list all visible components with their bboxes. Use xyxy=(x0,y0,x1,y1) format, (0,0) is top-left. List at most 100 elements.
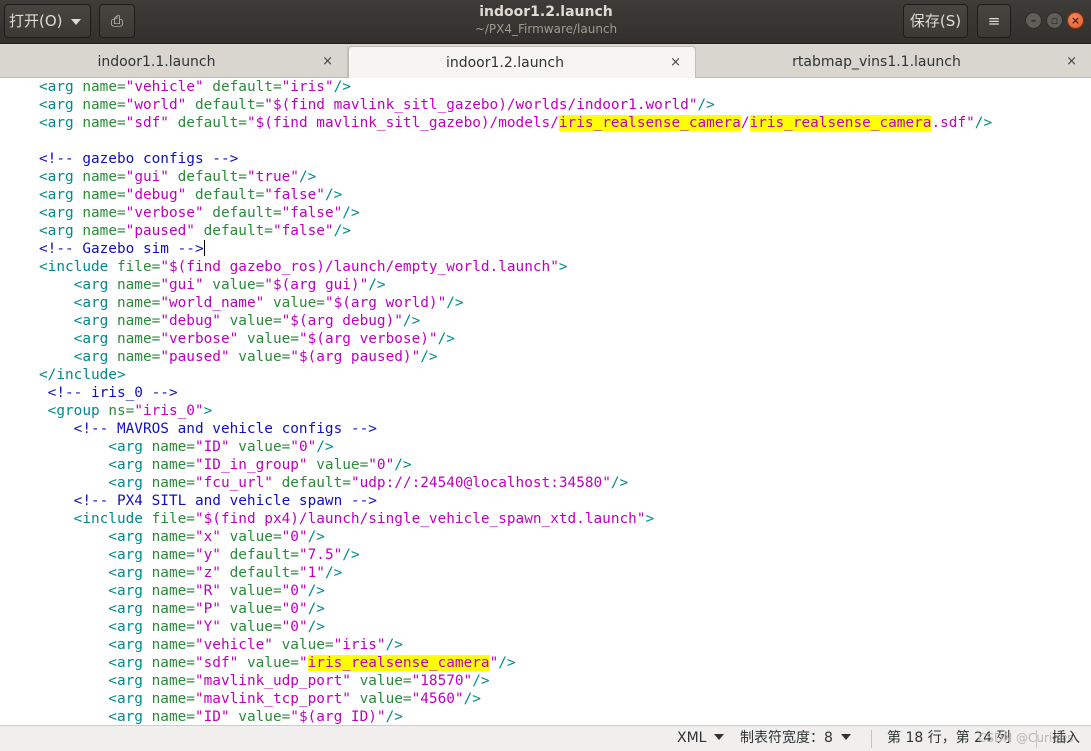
code-line[interactable]: <!-- PX4 SITL and vehicle spawn --> xyxy=(39,492,377,510)
code-value: "$(arg gui)" xyxy=(264,277,369,293)
code-line[interactable]: <arg name="fcu_url" default="udp://:2454… xyxy=(39,474,628,492)
code-value: " xyxy=(489,655,499,671)
code-tag: /> xyxy=(402,313,421,329)
maximize-button[interactable]: ▫ xyxy=(1046,12,1063,29)
code-attribute: name= xyxy=(151,673,195,689)
code-value: "world" xyxy=(125,97,187,113)
code-line[interactable]: <arg name="mavlink_udp_port" value="1857… xyxy=(39,672,490,690)
code-tag: <arg xyxy=(39,205,83,221)
code-line[interactable]: <include file="$(find px4)/launch/single… xyxy=(39,510,655,528)
code-tag: /> xyxy=(316,439,334,455)
code-line[interactable]: <arg name="gui" value="$(arg gui)"/> xyxy=(39,276,386,294)
code-line[interactable]: <arg name="vehicle" default="iris"/> xyxy=(39,78,351,96)
tab-indoor1-1[interactable]: indoor1.1.launch × xyxy=(0,46,348,78)
code-tag: /> xyxy=(498,655,516,671)
code-attribute: value= xyxy=(307,457,369,473)
code-line[interactable]: <arg name="R" value="0"/> xyxy=(39,582,325,600)
new-document-button[interactable]: ⎙ xyxy=(99,4,135,38)
code-line[interactable]: <arg name="mavlink_tcp_port" value="4560… xyxy=(39,690,481,708)
code-value: "$(arg paused)" xyxy=(290,349,421,365)
code-attribute: name= xyxy=(116,313,161,329)
code-tag: <arg xyxy=(39,619,152,635)
code-comment: <!-- Gazebo sim --> xyxy=(39,241,204,257)
code-line[interactable]: <arg name="debug" value="$(arg debug)"/> xyxy=(39,312,421,330)
tab-close-icon[interactable]: × xyxy=(1066,46,1077,78)
code-value: "x" xyxy=(194,529,221,545)
code-line[interactable]: <arg name="ID" value="$(arg ID)"/> xyxy=(39,708,403,725)
code-attribute: default= xyxy=(168,169,247,185)
code-line[interactable]: <arg name="y" default="7.5"/> xyxy=(39,546,359,564)
tab-close-icon[interactable]: × xyxy=(670,47,681,79)
code-editor[interactable]: <arg name="vehicle" default="iris"/> <arg… xyxy=(0,78,1091,725)
tab-width-selector[interactable]: 制表符宽度：8 xyxy=(740,726,851,751)
code-value: "world_name" xyxy=(160,295,265,311)
code-line[interactable]: <arg name="sdf" default="$(find mavlink_… xyxy=(39,114,992,132)
code-tag: <arg xyxy=(39,115,83,131)
code-attribute: value= xyxy=(238,655,299,671)
code-tag: <arg xyxy=(39,313,117,329)
save-button[interactable]: 保存(S) xyxy=(903,4,968,38)
tab-indoor1-2[interactable]: indoor1.2.launch × xyxy=(348,46,696,78)
code-tag: /> xyxy=(298,169,317,185)
code-attribute: file= xyxy=(151,511,195,527)
code-attribute: default= xyxy=(220,547,299,563)
code-line[interactable]: <arg name="sdf" value="iris_realsense_ca… xyxy=(39,654,516,672)
code-value: .sdf" xyxy=(931,115,975,131)
code-line[interactable]: <arg name="ID" value="0"/> xyxy=(39,438,334,456)
code-tag: <arg xyxy=(39,295,117,311)
code-line[interactable]: <arg name="P" value="0"/> xyxy=(39,600,325,618)
code-line[interactable]: <arg name="world" default="$(find mavlin… xyxy=(39,96,715,114)
tab-close-icon[interactable]: × xyxy=(322,46,333,78)
code-value: "$(arg world)" xyxy=(324,295,447,311)
code-tag: /> xyxy=(420,349,438,365)
code-value: " xyxy=(298,655,308,671)
code-line[interactable]: <!-- iris_0 --> xyxy=(39,384,178,402)
code-line[interactable]: <!-- gazebo configs --> xyxy=(39,150,238,168)
insert-mode-indicator[interactable]: 插入 xyxy=(1052,726,1080,751)
code-attribute: value= xyxy=(238,331,299,347)
code-line[interactable]: <arg name="debug" default="false"/> xyxy=(39,186,342,204)
tab-label: indoor1.2.launch xyxy=(445,55,565,71)
code-attribute: name= xyxy=(116,331,161,347)
code-line[interactable]: </include> xyxy=(39,366,126,384)
language-selector[interactable]: XML xyxy=(677,726,725,751)
code-tag: /> xyxy=(385,709,403,725)
code-tag: /> xyxy=(472,673,490,689)
hamburger-menu-button[interactable]: ≡ xyxy=(977,4,1011,38)
code-line[interactable]: <arg name="paused" value="$(arg paused)"… xyxy=(39,348,438,366)
code-line[interactable]: <include file="$(find gazebo_ros)/launch… xyxy=(39,258,568,276)
code-value: "mavlink_tcp_port" xyxy=(194,691,351,707)
code-line[interactable]: <arg name="verbose" value="$(arg verbose… xyxy=(39,330,455,348)
code-line[interactable]: <arg name="gui" default="true"/> xyxy=(39,168,316,186)
code-line[interactable]: <arg name="Y" value="0"/> xyxy=(39,618,325,636)
code-attribute: name= xyxy=(116,277,161,293)
code-tag: /> xyxy=(324,565,343,581)
tab-rtabmap-vins1-1[interactable]: rtabmap_vins1.1.launch × xyxy=(696,46,1091,78)
code-attribute: name= xyxy=(151,547,195,563)
code-tag: <arg xyxy=(39,637,152,653)
code-attribute: name= xyxy=(151,619,195,635)
code-attribute: name= xyxy=(82,223,126,239)
code-value: "ID_in_group" xyxy=(194,457,308,473)
code-value: "debug" xyxy=(125,187,187,203)
minimize-button[interactable]: – xyxy=(1025,12,1042,29)
code-line[interactable]: <arg name="vehicle" value="iris"/> xyxy=(39,636,403,654)
code-line[interactable]: <arg name="paused" default="false"/> xyxy=(39,222,351,240)
code-line[interactable]: <arg name="ID_in_group" value="0"/> xyxy=(39,456,411,474)
code-line[interactable]: <!-- Gazebo sim --> xyxy=(39,240,205,258)
code-line[interactable]: <!-- MAVROS and vehicle configs --> xyxy=(39,420,377,438)
code-value: "mavlink_udp_port" xyxy=(194,673,351,689)
status-separator xyxy=(871,730,872,748)
code-line[interactable]: <arg name="x" value="0"/> xyxy=(39,528,325,546)
code-line[interactable]: <arg name="z" default="1"/> xyxy=(39,564,342,582)
window-title-area: indoor1.2.launch ~/PX4_Firmware/launch xyxy=(346,3,746,37)
code-line[interactable]: <arg name="verbose" default="false"/> xyxy=(39,204,360,222)
code-line[interactable]: <group ns="iris_0"> xyxy=(39,402,213,420)
close-window-button[interactable]: × xyxy=(1067,12,1084,29)
open-button[interactable]: 打开(O) xyxy=(4,4,91,38)
code-line[interactable]: <arg name="world_name" value="$(arg worl… xyxy=(39,294,464,312)
code-value: "$(arg verbose)" xyxy=(298,331,438,347)
code-value: "false" xyxy=(272,223,334,239)
header-bar: 打开(O) ⎙ indoor1.2.launch ~/PX4_Firmware/… xyxy=(0,0,1091,44)
code-value: "$(find gazebo_ros)/launch/empty_world.l… xyxy=(160,259,559,275)
